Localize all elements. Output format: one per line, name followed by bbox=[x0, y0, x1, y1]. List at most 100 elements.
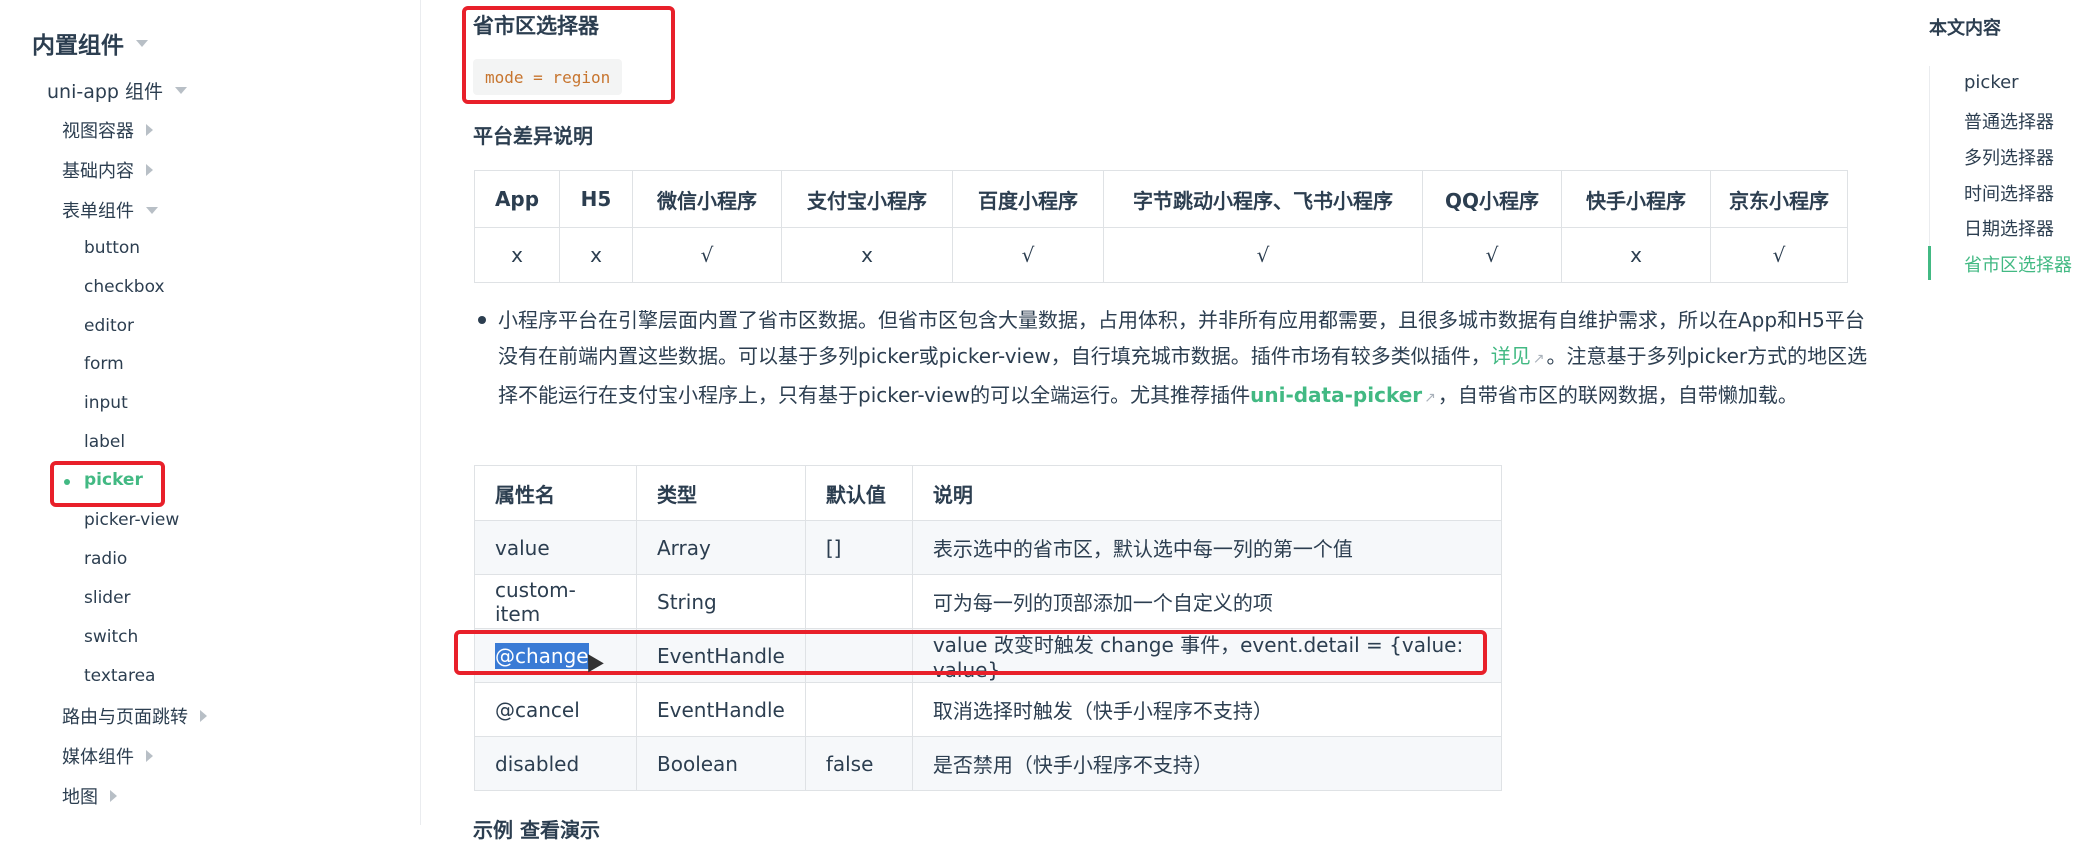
table-cell bbox=[804, 574, 913, 629]
chevron-right-icon bbox=[146, 750, 153, 762]
example-title: 示例 查看演示 bbox=[473, 818, 600, 842]
table-cell: √ bbox=[952, 227, 1104, 283]
sidebar: 内置组件 uni-app 组件 视图容器 基础内容 表单组件 button ch… bbox=[0, 0, 421, 825]
table-cell: 可为每一列的顶部添加一个自定义的项 bbox=[911, 574, 1503, 629]
table-header-cell: H5 bbox=[559, 170, 633, 228]
note-text: ，自带省市区的联网数据，自带懒加载。 bbox=[1437, 383, 1798, 407]
bullet-dot bbox=[478, 316, 486, 324]
table-header-row: 属性名 类型 默认值 说明 bbox=[474, 465, 1503, 521]
sidebar-item-label: 表单组件 bbox=[62, 201, 134, 222]
sidebar-item-editor[interactable]: editor bbox=[84, 316, 134, 336]
table-header-cell: 默认值 bbox=[804, 465, 913, 521]
platform-note: 小程序平台在引擎层面内置了省市区数据。但省市区包含大量数据，占用体积，并非所有应… bbox=[498, 302, 1873, 416]
sidebar-item-label: label bbox=[84, 432, 126, 452]
table-header-cell: App bbox=[474, 170, 560, 228]
toc-item-region-selector[interactable]: 省市区选择器 bbox=[1964, 251, 2072, 277]
chevron-down-icon bbox=[146, 206, 158, 214]
toc-item-picker[interactable]: picker bbox=[1964, 72, 2019, 93]
sidebar-item-basic-content[interactable]: 基础内容 bbox=[62, 157, 153, 183]
chevron-right-icon bbox=[146, 124, 153, 136]
sidebar-item-label: 基础内容 bbox=[62, 161, 134, 182]
table-cell: x bbox=[781, 227, 953, 283]
table-cell: custom-item bbox=[474, 574, 637, 629]
highlight-box-change-row bbox=[454, 630, 1487, 675]
sidebar-item-checkbox[interactable]: checkbox bbox=[84, 277, 165, 297]
sidebar-item-picker-view[interactable]: picker-view bbox=[84, 510, 179, 530]
sidebar-item-routing[interactable]: 路由与页面跳转 bbox=[62, 703, 207, 729]
chevron-right-icon bbox=[146, 164, 153, 176]
sidebar-item-map[interactable]: 地图 bbox=[62, 783, 117, 809]
sidebar-title-label: 内置组件 bbox=[32, 33, 124, 59]
sidebar-item-label: checkbox bbox=[84, 277, 165, 297]
sidebar-item-label: 视图容器 bbox=[62, 121, 134, 142]
table-cell: @cancel bbox=[474, 682, 637, 737]
table-header-cell: 微信小程序 bbox=[632, 170, 782, 228]
table-cell: false bbox=[804, 736, 913, 791]
sidebar-item-view-container[interactable]: 视图容器 bbox=[62, 117, 153, 143]
table-header-cell: 京东小程序 bbox=[1710, 170, 1848, 228]
sidebar-title[interactable]: 内置组件 bbox=[32, 26, 148, 60]
sidebar-item-label: 地图 bbox=[62, 787, 98, 808]
sidebar-item-slider[interactable]: slider bbox=[84, 588, 131, 608]
sidebar-item-label: radio bbox=[84, 549, 128, 569]
table-cell: 取消选择时触发（快手小程序不支持） bbox=[911, 682, 1503, 737]
table-cell: x bbox=[1561, 227, 1711, 283]
sidebar-item-switch[interactable]: switch bbox=[84, 627, 138, 647]
table-cell: √ bbox=[632, 227, 782, 283]
highlight-box-picker bbox=[50, 461, 165, 507]
table-cell: √ bbox=[1422, 227, 1562, 283]
table-cell: √ bbox=[1103, 227, 1423, 283]
sidebar-item-button[interactable]: button bbox=[84, 238, 140, 258]
sidebar-item-input[interactable]: input bbox=[84, 393, 128, 413]
table-row: @cancel EventHandle 取消选择时触发（快手小程序不支持） bbox=[474, 682, 1503, 737]
table-cell: Boolean bbox=[636, 736, 806, 791]
toc-title: 本文内容 bbox=[1929, 18, 2001, 39]
sidebar-item-textarea[interactable]: textarea bbox=[84, 666, 155, 686]
sidebar-item-label: button bbox=[84, 238, 141, 258]
link-uni-data-picker[interactable]: uni-data-picker bbox=[1250, 383, 1422, 407]
sidebar-item-label-comp[interactable]: label bbox=[84, 432, 125, 452]
table-cell: value bbox=[474, 520, 637, 575]
toc-item-normal-selector[interactable]: 普通选择器 bbox=[1964, 108, 2054, 134]
table-header-cell: 类型 bbox=[636, 465, 806, 521]
platform-diff-title: 平台差异说明 bbox=[473, 124, 593, 148]
table-header-cell: 说明 bbox=[911, 465, 1503, 521]
table-cell: 表示选中的省市区，默认选中每一列的第一个值 bbox=[911, 520, 1503, 575]
sidebar-item-label: picker-view bbox=[84, 510, 180, 530]
sidebar-group-label: uni-app 组件 bbox=[47, 81, 164, 103]
chevron-down-icon bbox=[175, 87, 188, 94]
table-header-cell: 支付宝小程序 bbox=[781, 170, 953, 228]
platform-table: App H5 微信小程序 支付宝小程序 百度小程序 字节跳动小程序、飞书小程序 … bbox=[474, 170, 1848, 283]
table-header-cell: QQ小程序 bbox=[1422, 170, 1562, 228]
attribute-table: 属性名 类型 默认值 说明 value Array [] 表示选中的省市区，默认… bbox=[474, 465, 1503, 791]
sidebar-item-label: form bbox=[84, 354, 124, 374]
sidebar-item-form[interactable]: form bbox=[84, 354, 124, 374]
chevron-down-icon bbox=[136, 39, 148, 47]
table-cell: [] bbox=[804, 520, 913, 575]
table-row: custom-item String 可为每一列的顶部添加一个自定义的项 bbox=[474, 574, 1503, 629]
table-header-cell: 属性名 bbox=[474, 465, 637, 521]
table-cell bbox=[804, 682, 913, 737]
table-cell: 是否禁用（快手小程序不支持） bbox=[911, 736, 1503, 791]
table-row: disabled Boolean false 是否禁用（快手小程序不支持） bbox=[474, 736, 1503, 791]
table-cell: EventHandle bbox=[636, 682, 806, 737]
table-header-row: App H5 微信小程序 支付宝小程序 百度小程序 字节跳动小程序、飞书小程序 … bbox=[474, 170, 1848, 228]
sidebar-item-label: 媒体组件 bbox=[62, 747, 134, 768]
sidebar-item-label: editor bbox=[84, 316, 135, 336]
toc-item-date-selector[interactable]: 日期选择器 bbox=[1964, 215, 2054, 241]
toc-item-multi-selector[interactable]: 多列选择器 bbox=[1964, 144, 2054, 170]
toc-item-time-selector[interactable]: 时间选择器 bbox=[1964, 180, 2054, 206]
table-row: value Array [] 表示选中的省市区，默认选中每一列的第一个值 bbox=[474, 520, 1503, 575]
table-cell: disabled bbox=[474, 736, 637, 791]
sidebar-item-label: input bbox=[84, 393, 128, 413]
link-details[interactable]: 详见 bbox=[1491, 344, 1531, 368]
sidebar-group-uni-app[interactable]: uni-app 组件 bbox=[47, 77, 188, 104]
sidebar-item-form-components[interactable]: 表单组件 bbox=[62, 197, 158, 223]
sidebar-item-label: 路由与页面跳转 bbox=[62, 707, 188, 728]
highlight-box-region bbox=[462, 6, 675, 104]
table-cell: x bbox=[474, 227, 560, 283]
table-cell: x bbox=[559, 227, 633, 283]
sidebar-item-radio[interactable]: radio bbox=[84, 549, 127, 569]
chevron-right-icon bbox=[200, 710, 207, 722]
sidebar-item-media[interactable]: 媒体组件 bbox=[62, 743, 153, 769]
